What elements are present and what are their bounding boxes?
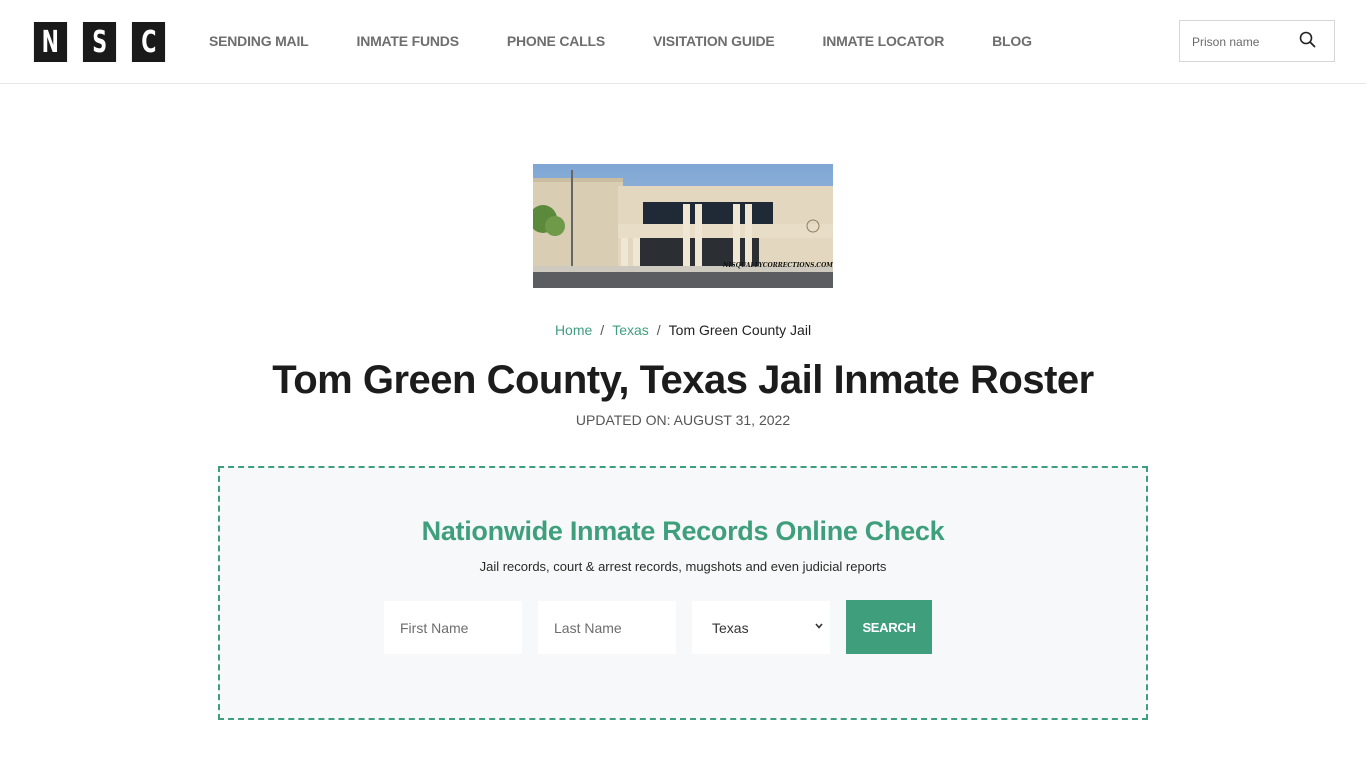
breadcrumb-current: Tom Green County Jail: [668, 322, 812, 338]
main-nav: SENDING MAIL INMATE FUNDS PHONE CALLS VI…: [209, 33, 1080, 49]
records-check-subtitle: Jail records, court & arrest records, mu…: [479, 559, 887, 574]
logo-letter-s: S: [92, 24, 107, 60]
nav-phone-calls[interactable]: PHONE CALLS: [507, 33, 605, 49]
records-search-form: Texas SEARCH: [384, 600, 932, 654]
breadcrumb-texas[interactable]: Texas: [612, 322, 649, 338]
breadcrumb-home[interactable]: Home: [555, 322, 592, 338]
last-name-input[interactable]: [538, 601, 676, 654]
updated-date: UPDATED ON: AUGUST 31, 2022: [575, 412, 791, 428]
logo-letter-c: C: [140, 24, 157, 60]
nav-inmate-locator[interactable]: INMATE LOCATOR: [823, 33, 945, 49]
site-header: N S C SENDING MAIL INMATE FUNDS PHONE CA…: [0, 0, 1366, 84]
chevron-down-icon: [815, 623, 823, 629]
site-logo[interactable]: N S C: [31, 22, 168, 62]
first-name-input[interactable]: [384, 601, 522, 654]
nav-sending-mail[interactable]: SENDING MAIL: [209, 33, 309, 49]
state-select-value: Texas: [712, 619, 749, 636]
breadcrumb: Home / Texas / Tom Green County Jail: [0, 322, 1366, 338]
breadcrumb-separator: /: [656, 322, 661, 338]
page-title: Tom Green County, Texas Jail Inmate Rost…: [272, 358, 1094, 402]
prison-search: [1179, 20, 1335, 62]
search-icon[interactable]: [1298, 30, 1318, 50]
state-select[interactable]: Texas: [692, 601, 830, 654]
logo-letter-n: N: [41, 24, 60, 60]
watermark-text: NISQUALLYCORRECTIONS.COM: [722, 262, 833, 269]
nav-inmate-funds[interactable]: INMATE FUNDS: [357, 33, 460, 49]
nav-blog[interactable]: BLOG: [992, 33, 1032, 49]
nav-visitation-guide[interactable]: VISITATION GUIDE: [653, 33, 775, 49]
building-illustration: NISQUALLYCORRECTIONS.COM: [533, 164, 833, 288]
logo-letter: S: [82, 22, 117, 62]
logo-letter: C: [131, 22, 166, 62]
inmate-records-check-panel: Nationwide Inmate Records Online Check J…: [218, 466, 1148, 720]
breadcrumb-separator: /: [600, 322, 605, 338]
jail-building-photo: NISQUALLYCORRECTIONS.COM: [533, 164, 833, 288]
logo-letter: N: [33, 22, 68, 62]
records-check-title: Nationwide Inmate Records Online Check: [421, 516, 945, 546]
records-search-button[interactable]: SEARCH: [846, 600, 932, 654]
prison-search-input[interactable]: [1192, 33, 1292, 51]
